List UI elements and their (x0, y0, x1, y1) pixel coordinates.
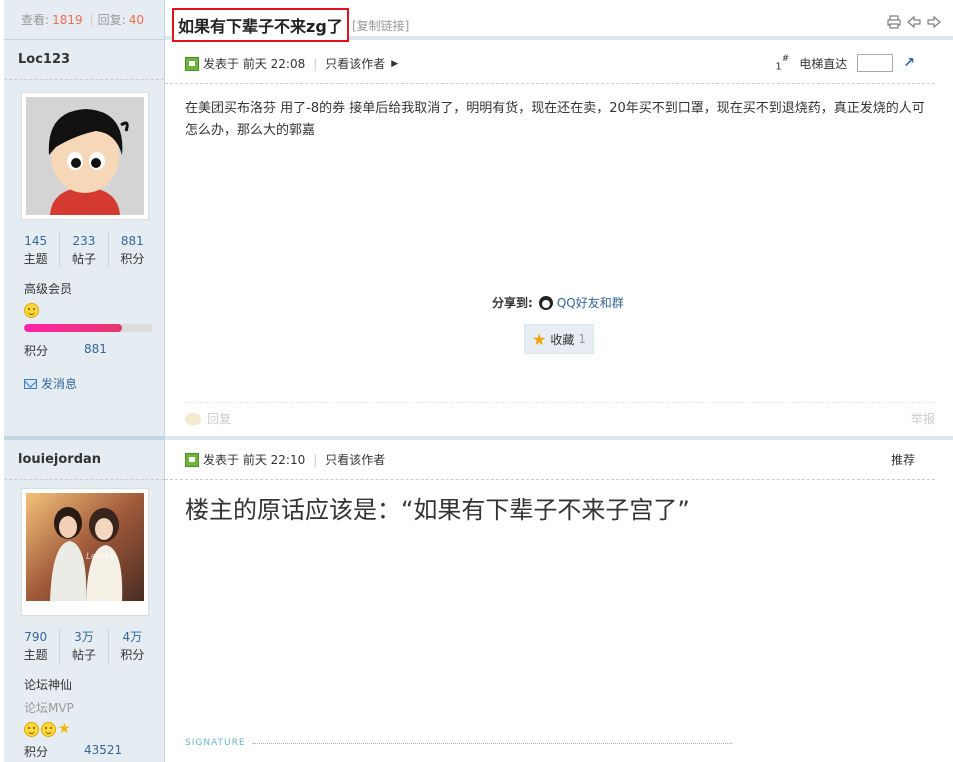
post-status-icon (185, 452, 199, 467)
stat-topics[interactable]: 790 主题 (12, 628, 59, 664)
avatar[interactable]: Leinke (21, 488, 149, 616)
share-bar: 分享到: QQ好友和群 (492, 294, 624, 311)
favorite-button[interactable]: ★ 收藏 1 (524, 324, 594, 354)
prev-thread-icon[interactable] (907, 15, 921, 33)
replies-label: 回复: (97, 13, 126, 27)
post-content: 楼主的原话应该是：“如果有下辈子不来子宫了” (185, 496, 690, 524)
post2-body: 发表于 前天 22:10 | 只看该作者 推荐 楼主的原话应该是：“如果有下辈子… (165, 440, 953, 762)
user-rank[interactable]: 论坛神仙 (24, 676, 164, 693)
replies-count: 40 (128, 12, 144, 27)
star-icon: ★ (58, 721, 71, 737)
level-progress-bar (24, 324, 153, 332)
post-meta: 发表于 前天 22:10 | 只看该作者 推荐 (165, 440, 935, 480)
only-author-link[interactable]: 只看该作者 (325, 55, 385, 72)
author-stats: 790 主题 3万 帖子 4万 积分 (12, 628, 156, 664)
star-icon: ★ (532, 329, 547, 349)
stats-separator: | (89, 12, 94, 27)
share-label: 分享到: (492, 296, 533, 310)
reply-icon[interactable] (185, 412, 201, 425)
envelope-icon (24, 378, 37, 389)
post-content: 在美团买布洛芬 用了-8的券 接单后给我取消了，明明有货，现在还在卖，20年买不… (185, 101, 925, 138)
floor-jump-input[interactable] (857, 54, 894, 73)
stat-posts[interactable]: 3万 帖子 (59, 628, 107, 664)
copy-link[interactable]: [复制链接] (352, 17, 409, 34)
recommend-link[interactable]: 推荐 (891, 451, 915, 468)
post-time: 发表于 前天 22:10 (203, 453, 306, 467)
avatar[interactable] (21, 92, 149, 220)
author-stats: 145 主题 233 帖子 881 积分 (12, 232, 156, 268)
thread-stats: 查看: 1819 | 回复: 40 (4, 0, 165, 40)
views-label: 查看: (21, 13, 50, 27)
next-thread-icon[interactable] (927, 15, 941, 33)
reply-link[interactable]: 回复 (207, 410, 231, 427)
print-icon[interactable] (887, 15, 901, 33)
stat-posts[interactable]: 233 帖子 (59, 232, 107, 268)
post-status-icon (185, 56, 199, 71)
qq-icon (538, 295, 553, 310)
user-title: 论坛MVP (24, 701, 74, 715)
level-icons (24, 303, 164, 318)
report-link[interactable]: 举报 (911, 410, 935, 427)
author-name[interactable]: Loc123 (4, 40, 164, 80)
user-score: 积分 881 (24, 342, 107, 358)
post2-author-panel: louiejordan Leinke 790 主题 3万 帖子 4万 积分 论坛… (4, 440, 165, 762)
post1-author-panel: Loc123 145主题 233帖子 881积分 高级会员 积分881 (4, 40, 165, 436)
smile-icon (41, 722, 56, 737)
floor-number: 1# (775, 54, 790, 73)
post-footer: 回复 举报 (185, 402, 935, 434)
svg-text:Leinke: Leinke (86, 552, 116, 562)
jump-go-icon[interactable]: ↗ (903, 55, 915, 71)
views-count: 1819 (52, 12, 83, 27)
post-meta: 发表于 前天 22:08 | 只看该作者 ▶ 1# 电梯直达 ↗ (165, 44, 935, 84)
smile-icon (24, 303, 39, 318)
stat-points[interactable]: 4万 积分 (107, 628, 156, 664)
stat-points[interactable]: 881 积分 (107, 232, 156, 268)
send-message-link[interactable]: 发消息 (24, 375, 164, 392)
signature-divider: SIGNATURE (185, 738, 732, 748)
thread-header: 如果有下辈子不来zg了 [复制链接] (165, 0, 953, 42)
author-name[interactable]: louiejordan (4, 440, 164, 480)
share-qq-link[interactable]: QQ好友和群 (538, 294, 624, 311)
user-score: 积分 43521 (24, 743, 123, 759)
only-author-link[interactable]: 只看该作者 (325, 451, 385, 468)
caret-right-icon[interactable]: ▶ (391, 59, 398, 69)
post-time: 发表于 前天 22:08 (203, 57, 306, 71)
smile-icon (24, 722, 39, 737)
user-rank[interactable]: 高级会员 (24, 280, 164, 297)
thread-title: 如果有下辈子不来zg了 (172, 8, 349, 42)
post1-body: 发表于 前天 22:08 | 只看该作者 ▶ 1# 电梯直达 ↗ 在美团买布洛芬… (165, 44, 953, 436)
level-icons: ★ (24, 722, 164, 737)
jump-label: 电梯直达 (799, 56, 848, 71)
stat-topics[interactable]: 145 主题 (12, 232, 59, 268)
